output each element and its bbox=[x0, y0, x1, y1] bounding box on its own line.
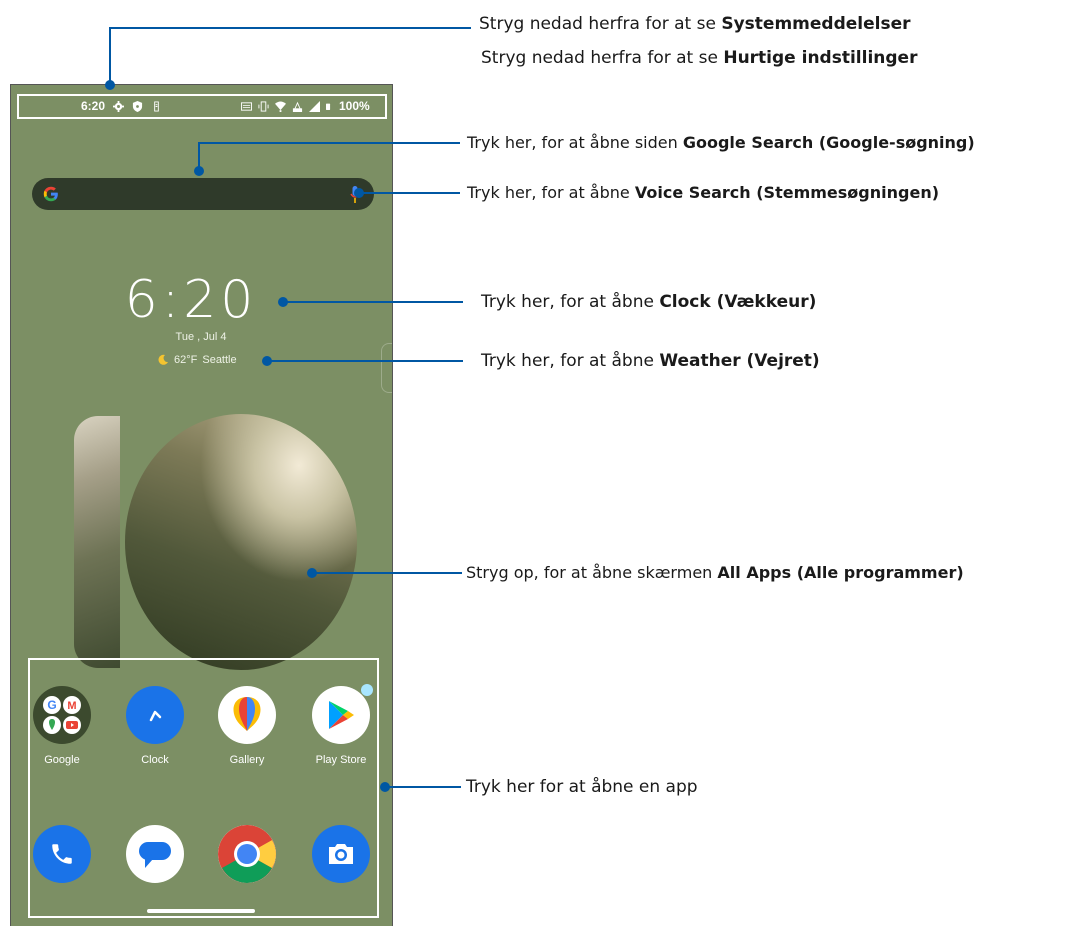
settings-gear-icon bbox=[113, 100, 125, 112]
callout-line-voice bbox=[358, 192, 460, 194]
callout-all-apps-bold: All Apps (Alle programmer) bbox=[717, 563, 964, 582]
callout-google-search-bold: Google Search (Google-søgning) bbox=[682, 133, 975, 152]
notification-icon bbox=[154, 100, 159, 112]
callout-dot-voice bbox=[354, 188, 364, 198]
chrome-icon[interactable] bbox=[218, 825, 276, 883]
app-gallery[interactable]: Gallery bbox=[207, 686, 287, 766]
callout-all-apps-prefix: Stryg op, for at åbne skærmen bbox=[466, 563, 718, 582]
status-bar-right: 100% bbox=[241, 99, 370, 113]
app-chrome[interactable] bbox=[207, 825, 287, 883]
phone-handset bbox=[52, 844, 72, 864]
app-clock[interactable]: Clock bbox=[115, 686, 195, 766]
callout-hurtige-bold: Hurtige indstillinger bbox=[723, 48, 918, 68]
clock-widget-time[interactable]: 6:20 bbox=[111, 270, 271, 330]
callout-all-apps: Stryg op, for at åbne skærmen All Apps (… bbox=[466, 563, 964, 582]
app-messages[interactable] bbox=[115, 825, 195, 883]
callout-dot-clock bbox=[278, 297, 288, 307]
google-folder-glyphs: G M bbox=[43, 696, 81, 734]
home-gesture-bar[interactable] bbox=[147, 909, 255, 913]
clock-hands bbox=[149, 710, 162, 722]
callout-dot-statusbar bbox=[105, 80, 115, 90]
app-phone[interactable] bbox=[22, 825, 102, 883]
chrome-logo bbox=[218, 825, 276, 883]
callout-line-clock bbox=[283, 301, 463, 303]
callout-dot-weather bbox=[262, 356, 272, 366]
signal-icon bbox=[309, 100, 320, 112]
messages-icon[interactable] bbox=[126, 825, 184, 883]
svg-text:G: G bbox=[47, 698, 56, 712]
gallery-balloon bbox=[233, 697, 261, 731]
status-bar[interactable]: 6:20 100% bbox=[17, 94, 387, 119]
clock-widget-date[interactable]: Tue , Jul 4 bbox=[141, 331, 261, 343]
messages-bubble bbox=[139, 842, 171, 868]
callout-dot-all-apps bbox=[307, 568, 317, 578]
lte-icon bbox=[292, 101, 303, 112]
weather-widget[interactable]: 62°F Seattle bbox=[157, 354, 237, 366]
phone-screen: 6:20 100% 6:20 Tue , Jul 4 62°F Seattle … bbox=[10, 84, 393, 926]
wallpaper-logo-zero bbox=[125, 414, 357, 670]
cast-icon bbox=[241, 101, 252, 111]
callout-systemmeddelelser-bold: Systemmeddelelser bbox=[721, 14, 911, 34]
phone-icon[interactable] bbox=[33, 825, 91, 883]
camera-icon[interactable] bbox=[312, 825, 370, 883]
wifi-icon bbox=[275, 100, 286, 112]
callout-systemmeddelelser: Stryg nedad herfra for at se Systemmedde… bbox=[479, 14, 911, 34]
status-bar-left: 6:20 bbox=[81, 99, 162, 113]
callout-clock: Tryk her, for at åbne Clock (Vækkeur) bbox=[481, 292, 816, 312]
callout-clock-prefix: Tryk her, for at åbne bbox=[481, 292, 660, 312]
play-store-icon[interactable] bbox=[312, 684, 373, 744]
callout-clock-bold: Clock (Vækkeur) bbox=[659, 292, 817, 312]
callout-hurtige-prefix: Stryg nedad herfra for at se bbox=[481, 48, 724, 68]
battery-percent: 100% bbox=[339, 99, 370, 113]
weather-temperature: 62°F bbox=[174, 354, 198, 366]
moon-icon bbox=[158, 354, 168, 365]
app-google[interactable]: G M Google bbox=[22, 686, 102, 766]
google-g-icon[interactable] bbox=[42, 185, 60, 203]
app-label-clock: Clock bbox=[141, 754, 169, 766]
notification-dot bbox=[361, 684, 373, 696]
app-camera[interactable] bbox=[301, 825, 381, 883]
callout-open-app-prefix: Tryk her for at åbne en app bbox=[466, 777, 698, 797]
callout-google-search: Tryk her, for at åbne siden Google Searc… bbox=[467, 133, 975, 152]
callout-voice-search-prefix: Tryk her, for at åbne bbox=[467, 183, 635, 202]
callout-line-statusbar-h bbox=[109, 27, 471, 29]
callout-open-app: Tryk her for at åbne en app bbox=[466, 777, 698, 797]
vibrate-icon bbox=[258, 100, 269, 112]
play-triangle bbox=[329, 701, 354, 729]
callout-weather-bold: Weather (Vejret) bbox=[659, 351, 820, 371]
edge-panel-handle[interactable] bbox=[381, 343, 392, 393]
battery-icon bbox=[326, 103, 331, 110]
callout-dot-search bbox=[194, 166, 204, 176]
callout-voice-search: Tryk her, for at åbne Voice Search (Stem… bbox=[467, 183, 939, 202]
status-time: 6:20 bbox=[81, 99, 106, 113]
app-play-store[interactable]: Play Store bbox=[301, 684, 381, 766]
callout-voice-search-bold: Voice Search (Stemmesøgningen) bbox=[634, 183, 940, 202]
callout-line-open-app bbox=[385, 786, 461, 788]
callout-line-all-apps bbox=[312, 572, 462, 574]
clock-icon[interactable] bbox=[126, 686, 184, 744]
google-search-bar[interactable] bbox=[32, 178, 374, 210]
callout-google-search-prefix: Tryk her, for at åbne siden bbox=[467, 133, 683, 152]
app-label-gallery: Gallery bbox=[229, 754, 265, 766]
app-label-play-store: Play Store bbox=[315, 754, 367, 766]
callout-weather: Tryk her, for at åbne Weather (Vejret) bbox=[481, 351, 820, 371]
callout-systemmeddelelser-prefix: Stryg nedad herfra for at se bbox=[479, 14, 722, 34]
weather-city: Seattle bbox=[202, 354, 237, 366]
google-folder-icon[interactable]: G M bbox=[33, 686, 91, 744]
camera-glyph bbox=[329, 844, 353, 864]
app-label-google: Google bbox=[44, 754, 80, 766]
callout-line-statusbar-v bbox=[109, 27, 111, 85]
svg-text:M: M bbox=[67, 700, 76, 712]
callout-hurtige: Stryg nedad herfra for at se Hurtige ind… bbox=[481, 48, 917, 68]
gallery-icon[interactable] bbox=[218, 686, 276, 744]
callout-dot-open-app bbox=[380, 782, 390, 792]
callout-weather-prefix: Tryk her, for at åbne bbox=[481, 351, 660, 371]
shield-icon bbox=[132, 100, 143, 112]
wallpaper-logo-one bbox=[74, 416, 120, 668]
callout-line-search-h bbox=[198, 142, 460, 144]
callout-line-weather bbox=[267, 360, 463, 362]
